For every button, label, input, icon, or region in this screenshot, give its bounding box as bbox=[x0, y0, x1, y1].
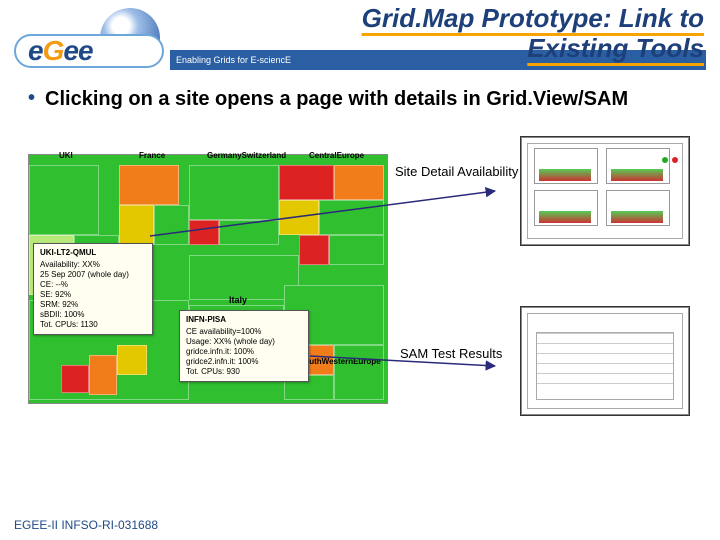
table-row bbox=[537, 363, 673, 373]
site-tooltip-pisa: INFN-PISA CE availability=100% Usage: XX… bbox=[179, 310, 309, 382]
region-label: UKI bbox=[59, 151, 73, 160]
mini-chart bbox=[534, 148, 598, 184]
treemap-cell bbox=[61, 365, 89, 393]
table-row bbox=[537, 353, 673, 363]
egee-logo: eGee bbox=[14, 6, 164, 66]
region-label: CentralEurope bbox=[309, 151, 364, 160]
treemap-cell bbox=[189, 165, 279, 220]
slide-body: • Clicking on a site opens a page with d… bbox=[0, 76, 720, 490]
thumbnail-site-detail bbox=[520, 136, 690, 246]
treemap-cell bbox=[334, 345, 384, 400]
treemap-cell bbox=[89, 355, 117, 395]
mini-chart bbox=[606, 190, 670, 226]
treemap-cell bbox=[219, 220, 279, 245]
bullet-text: • Clicking on a site opens a page with d… bbox=[28, 88, 702, 111]
caption-detail: Site Detail Availability bbox=[395, 164, 518, 179]
treemap-cell bbox=[119, 165, 179, 205]
gridmap-treemap: UKI France GermanySwitzerland CentralEur… bbox=[28, 154, 388, 404]
mini-chart bbox=[606, 148, 670, 184]
caption-sam: SAM Test Results bbox=[400, 346, 502, 361]
sam-table bbox=[536, 332, 674, 400]
region-labels: UKI France GermanySwitzerland CentralEur… bbox=[29, 151, 387, 165]
treemap-cell bbox=[119, 205, 154, 245]
region-label: France bbox=[139, 151, 165, 160]
table-row bbox=[537, 343, 673, 353]
treemap-cell bbox=[189, 255, 299, 300]
region-label-italy: Italy bbox=[229, 295, 247, 305]
treemap-cell bbox=[329, 235, 384, 265]
footer-text: EGEE-II INFSO-RI-031688 bbox=[14, 518, 158, 532]
treemap-cell bbox=[279, 165, 334, 200]
treemap-cell bbox=[117, 345, 147, 375]
table-row bbox=[537, 333, 673, 343]
treemap-cell bbox=[319, 200, 384, 235]
site-tooltip-qmul: UKI-LT2-QMUL Availability: XX% 25 Sep 20… bbox=[33, 243, 153, 335]
treemap-cell bbox=[154, 205, 189, 245]
table-row bbox=[537, 383, 673, 393]
bullet-dot-icon: • bbox=[28, 88, 35, 111]
treemap-cell bbox=[279, 200, 319, 235]
region-label: GermanySwitzerland bbox=[207, 151, 286, 160]
logo-bar: eGee bbox=[14, 34, 164, 68]
thumbnail-sam-results bbox=[520, 306, 690, 416]
treemap-cell bbox=[334, 165, 384, 200]
treemap-cell bbox=[189, 220, 219, 245]
table-row bbox=[537, 373, 673, 383]
logo-text: eGee bbox=[28, 35, 93, 67]
slide-header: eGee Enabling Grids for E-sciencE Grid.M… bbox=[0, 0, 720, 76]
mini-chart bbox=[534, 190, 598, 226]
status-dots bbox=[662, 150, 678, 168]
treemap-cell bbox=[299, 235, 329, 265]
treemap-cell bbox=[29, 165, 99, 235]
slide-title: Grid.Map Prototype: Link to Existing Too… bbox=[362, 4, 704, 64]
region-label-sweurope: SouthWesternEurope bbox=[299, 357, 381, 366]
